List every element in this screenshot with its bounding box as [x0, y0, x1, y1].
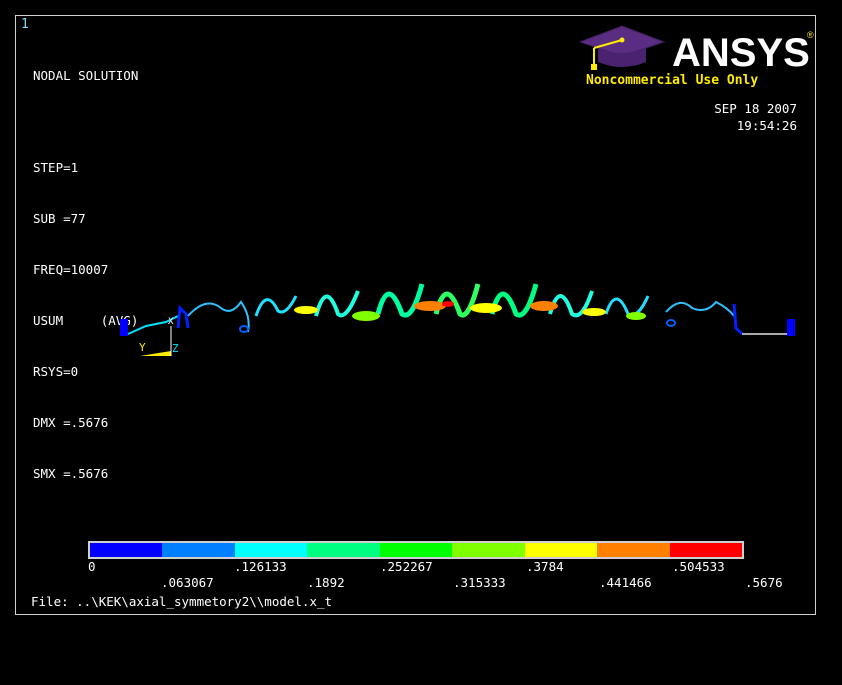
legend-swatch-2	[162, 543, 235, 557]
legend-label-top-3: .252267	[380, 559, 433, 574]
legend-label-bottom-1: .063067	[161, 575, 214, 590]
legend-swatch-8	[597, 543, 670, 557]
legend-label-top-1: 0	[88, 559, 96, 574]
file-path: File: ..\KEK\axial_symmetory2\\model.x_t	[31, 594, 333, 609]
legend-label-bottom-4: .441466	[599, 575, 652, 590]
contour-legend-bar	[88, 541, 744, 559]
legend-label-top-4: .3784	[526, 559, 564, 574]
legend-swatch-1	[90, 543, 163, 557]
legend-swatch-7	[524, 543, 598, 557]
model-plot: Y Z X	[120, 283, 795, 356]
legend-label-bottom-3: .315333	[453, 575, 506, 590]
legend-label-top-2: .126133	[234, 559, 287, 574]
legend-swatch-3	[234, 543, 308, 557]
model-geometry	[120, 283, 795, 336]
graphics-viewport: 1 NODAL SOLUTION STEP=1 SUB =77 FREQ=100…	[15, 15, 816, 615]
legend-swatch-6	[452, 543, 525, 557]
legend-label-bottom-5: .5676	[745, 575, 783, 590]
triad-x-label: X	[168, 317, 174, 327]
legend-swatch-4	[307, 543, 380, 557]
legend-label-top-5: .504533	[672, 559, 725, 574]
triad-y-label: Y	[139, 341, 146, 354]
legend-swatch-9	[669, 543, 742, 557]
legend-label-bottom-2: .1892	[307, 575, 345, 590]
legend-swatch-5	[379, 543, 453, 557]
triad-z-label: Z	[172, 342, 179, 355]
